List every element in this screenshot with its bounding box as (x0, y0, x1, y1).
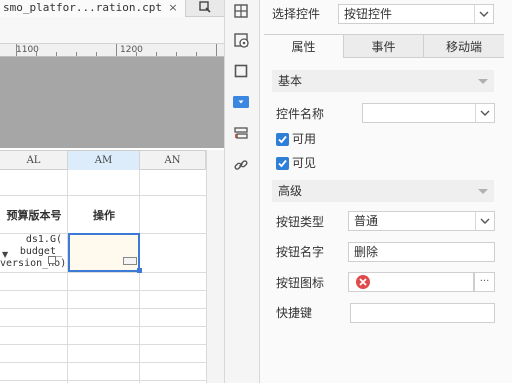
select-widget-value: 按钮控件 (344, 7, 393, 21)
chevron-down-icon (475, 212, 494, 230)
tab-attributes[interactable]: 属性 (264, 34, 344, 58)
close-tab-icon[interactable]: × (166, 0, 180, 16)
button-icon-more-button[interactable]: ··· (474, 272, 495, 292)
tab-mobile[interactable]: 移动端 (424, 34, 504, 58)
condition-attribute-icon[interactable] (230, 122, 252, 144)
canvas-gray-area (0, 57, 224, 148)
button-name-value: 删除 (354, 245, 379, 259)
formula-line: ds1.G( (25, 234, 62, 245)
shortcut-label: 快捷键 (276, 306, 313, 320)
widget-name-dropdown[interactable] (362, 103, 495, 123)
button-name-input[interactable]: 删除 (348, 242, 495, 262)
column-header-row: AL AM AN (0, 150, 206, 170)
section-basic[interactable]: 基本 (272, 70, 494, 92)
tab-menu-icon[interactable] (198, 0, 214, 16)
report-settings-icon[interactable] (230, 29, 252, 51)
horizontal-ruler: 1100 1200 (0, 43, 224, 57)
formula-cell[interactable]: ds1.G( budget_ version_no) (0, 234, 68, 272)
button-name-label: 按钮名字 (276, 245, 325, 259)
section-advanced[interactable]: 高级 (272, 180, 494, 202)
visible-checkbox[interactable] (276, 157, 289, 170)
shortcut-input[interactable] (350, 303, 495, 323)
cell-drag-handle[interactable] (137, 268, 142, 273)
border-icon[interactable] (230, 60, 252, 82)
document-tab-title: smo_platfor...ration.cpt (3, 1, 162, 14)
button-icon-field[interactable] (348, 272, 474, 292)
section-advanced-label: 高级 (278, 184, 303, 198)
widget-settings-icon[interactable] (230, 91, 252, 113)
column-header-am[interactable]: AM (68, 151, 140, 170)
button-widget-preview[interactable] (123, 257, 137, 265)
tab-events[interactable]: 事件 (344, 34, 424, 58)
enabled-label: 可用 (292, 132, 317, 146)
cell-attribute-icon[interactable] (230, 0, 252, 22)
header-cell-operation[interactable]: 操作 (68, 207, 140, 223)
collapse-icon (478, 79, 488, 84)
vertical-scrollbar[interactable] (206, 150, 224, 383)
collapse-icon (478, 189, 488, 194)
dropdown-marker-icon: ▼ (2, 250, 9, 259)
button-type-value: 普通 (354, 214, 379, 228)
error-icon (356, 275, 370, 289)
side-tool-strip (224, 0, 260, 383)
visible-label: 可见 (292, 156, 317, 170)
spreadsheet-grid[interactable] (0, 170, 206, 383)
select-widget-label: 选择控件 (272, 7, 321, 21)
button-type-dropdown[interactable]: 普通 (348, 211, 495, 231)
chevron-down-icon (474, 5, 493, 23)
button-icon-label: 按钮图标 (276, 276, 325, 290)
button-type-label: 按钮类型 (276, 215, 325, 229)
section-basic-label: 基本 (278, 74, 303, 88)
chevron-down-icon (475, 104, 494, 122)
hyperlink-icon[interactable] (230, 154, 252, 176)
column-header-an[interactable]: AN (140, 151, 206, 170)
document-tab[interactable]: smo_platfor...ration.cpt (0, 0, 186, 17)
enabled-checkbox[interactable] (276, 133, 289, 146)
column-header-al[interactable]: AL (0, 151, 68, 170)
widget-name-label: 控件名称 (276, 107, 325, 121)
select-widget-dropdown[interactable]: 按钮控件 (338, 4, 494, 24)
canvas-toolbar (0, 17, 224, 43)
selected-cell-am[interactable] (68, 233, 140, 272)
ruler-mark: 1200 (120, 45, 143, 55)
expand-marker-icon (48, 256, 56, 264)
header-cell-budget-version[interactable]: 预算版本号 (0, 207, 68, 223)
